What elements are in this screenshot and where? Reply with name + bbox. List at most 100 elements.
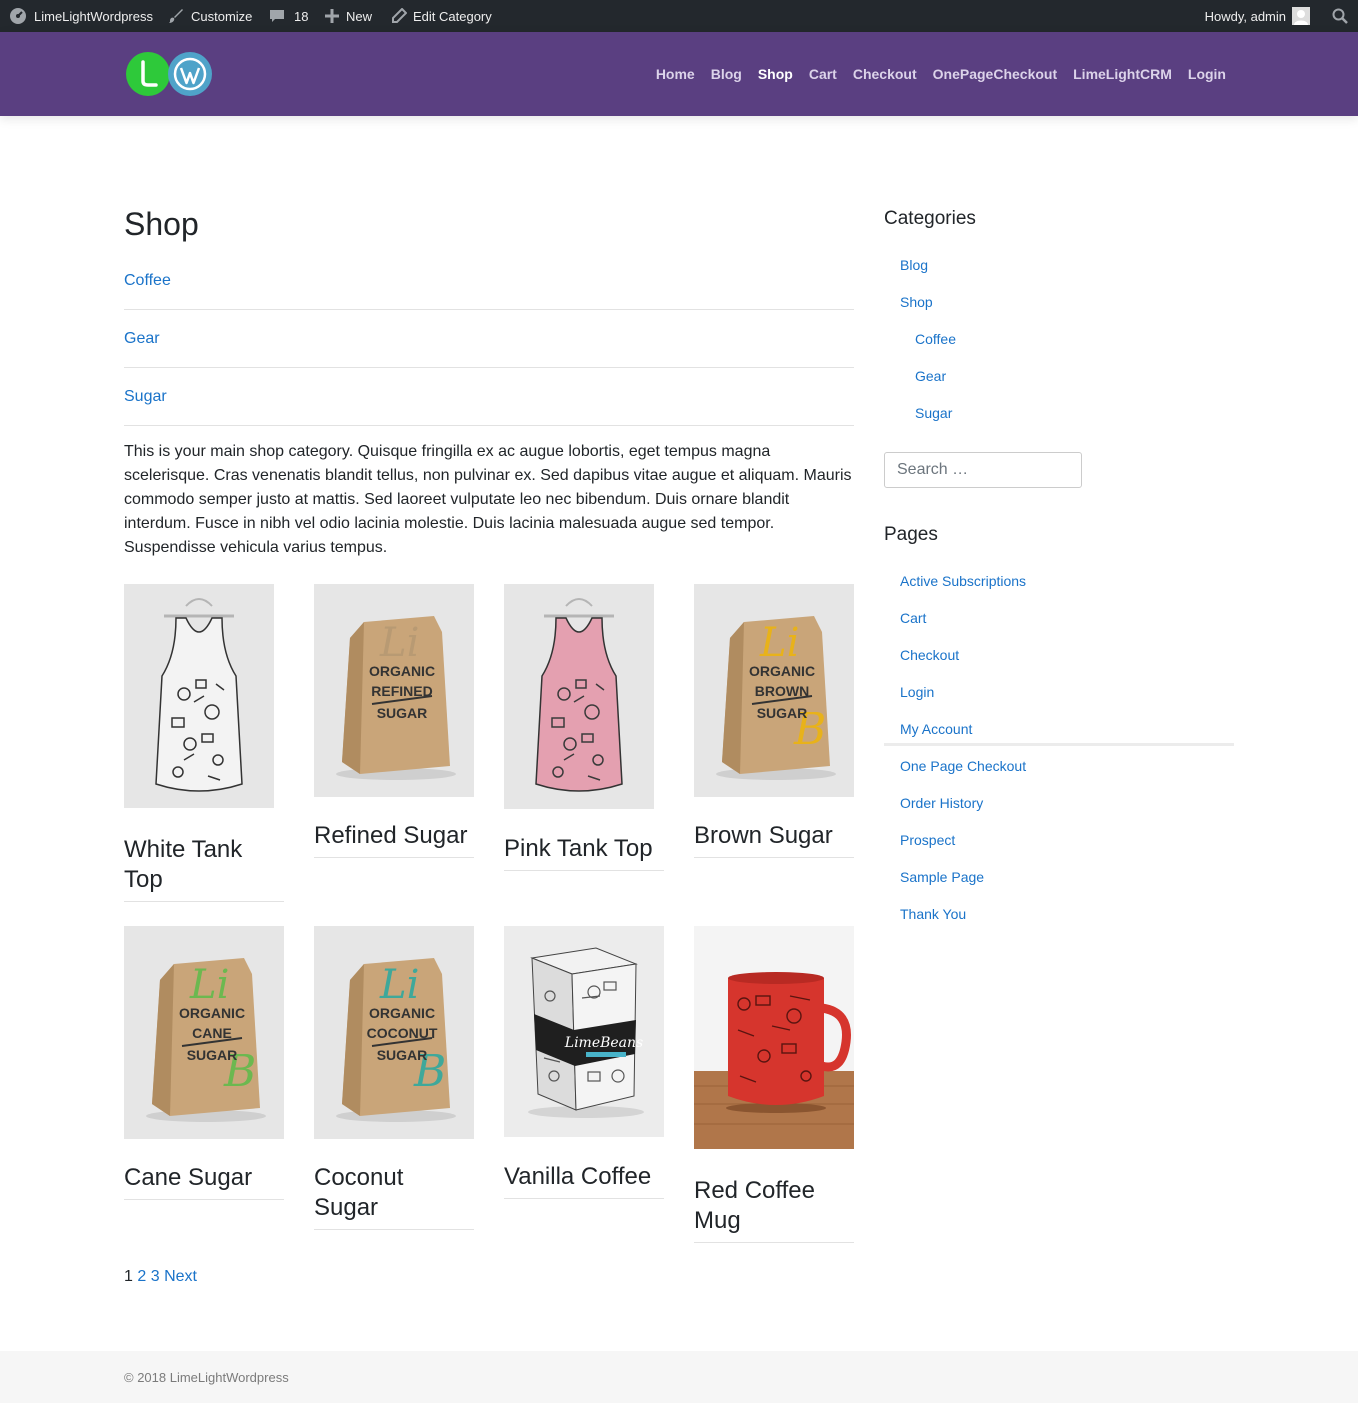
comment-icon	[270, 10, 284, 22]
account-menu[interactable]: Howdy, admin	[1205, 0, 1310, 32]
new-content-link[interactable]: New	[324, 0, 372, 32]
bag-line-3: SUGAR	[377, 1047, 428, 1063]
current-page: 1	[124, 1268, 133, 1285]
primary-nav: Home Blog Shop Cart Checkout OnePageChec…	[656, 32, 1226, 116]
product-card: Li B ORGANIC COCONUT SUGAR Coconut Sugar	[314, 926, 474, 1230]
site-header: Home Blog Shop Cart Checkout OnePageChec…	[0, 32, 1358, 116]
paintbrush-icon	[169, 9, 183, 23]
nav-home[interactable]: Home	[656, 66, 695, 82]
customize-label: Customize	[191, 8, 253, 24]
comments-link[interactable]: 18	[269, 0, 308, 32]
svg-text:Li: Li	[759, 620, 799, 666]
admin-bar: LimeLightWordpress Customize 18 New Edit…	[0, 0, 1358, 32]
howdy-label: Howdy, admin	[1204, 8, 1286, 24]
sidebar-page-prospect[interactable]: Prospect	[900, 832, 955, 848]
svg-text:Li: Li	[189, 962, 229, 1008]
subcategory-sugar-link[interactable]: Sugar	[124, 388, 167, 406]
subcategory-coffee-link[interactable]: Coffee	[124, 272, 171, 290]
pagination: 1 2 3 Next	[124, 1268, 197, 1286]
box-brand: LimeBeans	[564, 1035, 643, 1051]
nav-cart[interactable]: Cart	[809, 66, 837, 82]
nav-shop[interactable]: Shop	[758, 66, 793, 82]
sidebar-category-sugar[interactable]: Sugar	[915, 405, 952, 421]
nav-checkout[interactable]: Checkout	[853, 66, 917, 82]
svg-text:Li: Li	[379, 620, 419, 666]
product-title[interactable]: Red Coffee Mug	[694, 1176, 854, 1236]
refined-sugar-bag-image[interactable]: Li ORGANIC REFINED SUGAR	[314, 584, 474, 797]
product-title[interactable]: Vanilla Coffee	[504, 1162, 664, 1192]
nav-onepagecheckout[interactable]: OnePageCheckout	[933, 66, 1057, 82]
sidebar-page-cart[interactable]: Cart	[900, 610, 926, 626]
sidebar-category-shop[interactable]: Shop	[900, 294, 933, 310]
admin-search[interactable]	[1332, 0, 1348, 32]
wordpress-icon	[173, 57, 207, 91]
sidebar-page-my-account[interactable]: My Account	[900, 721, 972, 737]
product-card: Li B ORGANIC CANE SUGAR Cane Sugar	[124, 926, 284, 1200]
subcategory-item: Gear	[124, 310, 854, 368]
product-card: LimeBeans Vanilla Coffee	[504, 926, 664, 1199]
pages-widget-title: Pages	[884, 524, 938, 545]
page-title: Shop	[124, 206, 199, 242]
vanilla-coffee-box-image[interactable]: LimeBeans	[504, 926, 664, 1137]
edit-category-label: Edit Category	[413, 8, 492, 24]
bag-line-3: SUGAR	[757, 705, 808, 721]
page-2-link[interactable]: 2	[137, 1268, 146, 1285]
product-title[interactable]: Coconut Sugar	[314, 1163, 474, 1223]
search-input[interactable]	[884, 452, 1082, 488]
product-title[interactable]: Refined Sugar	[314, 821, 474, 851]
sidebar-page-order-history[interactable]: Order History	[900, 795, 983, 811]
subcategory-list: Coffee Gear Sugar	[124, 252, 854, 426]
product-card: White Tank Top	[124, 584, 284, 902]
subcategory-gear-link[interactable]: Gear	[124, 330, 160, 348]
white-tank-top-image[interactable]	[124, 584, 274, 808]
product-title[interactable]: Brown Sugar	[694, 821, 854, 851]
product-title[interactable]: Pink Tank Top	[504, 834, 664, 864]
limelight-l-icon	[141, 60, 158, 87]
sidebar-page-checkout[interactable]: Checkout	[900, 647, 959, 663]
category-description: This is your main shop category. Quisque…	[124, 443, 852, 556]
sidebar-page-one-page-checkout[interactable]: One Page Checkout	[900, 758, 1026, 774]
bag-line-3: SUGAR	[377, 705, 428, 721]
product-title[interactable]: Cane Sugar	[124, 1163, 284, 1193]
sidebar-page-login[interactable]: Login	[900, 684, 934, 700]
product-card: Li ORGANIC REFINED SUGAR Refined Sugar	[314, 584, 474, 858]
new-label: New	[346, 8, 373, 24]
cane-sugar-bag-image[interactable]: Li B ORGANIC CANE SUGAR	[124, 926, 284, 1139]
sidebar-page-sample-page[interactable]: Sample Page	[900, 869, 984, 885]
admin-site-menu[interactable]: LimeLightWordpress	[8, 0, 153, 32]
footer-copyright: © 2018 LimeLightWordpress	[124, 1370, 289, 1385]
pink-tank-top-image[interactable]	[504, 584, 654, 809]
categories-widget-title: Categories	[884, 208, 976, 229]
red-coffee-mug-image[interactable]	[694, 926, 854, 1149]
edit-category-link[interactable]: Edit Category	[391, 0, 492, 32]
limelight-logo[interactable]	[126, 52, 170, 96]
nav-limelightcrm[interactable]: LimeLightCRM	[1073, 66, 1172, 82]
nav-login[interactable]: Login	[1188, 66, 1226, 82]
bag-line-1: ORGANIC	[369, 663, 435, 679]
sidebar-page-active-subscriptions[interactable]: Active Subscriptions	[900, 573, 1026, 589]
customize-link[interactable]: Customize	[167, 0, 252, 32]
pencil-icon	[392, 8, 407, 23]
plus-icon	[325, 9, 339, 23]
bag-line-2: CANE	[192, 1025, 232, 1041]
next-page-link[interactable]: Next	[164, 1268, 197, 1285]
sidebar-category-gear[interactable]: Gear	[915, 368, 946, 384]
subcategory-item: Coffee	[124, 252, 854, 310]
speedometer-icon	[10, 8, 26, 24]
brown-sugar-bag-image[interactable]: Li B ORGANIC BROWN SUGAR	[694, 584, 854, 797]
bag-line-1: ORGANIC	[369, 1005, 435, 1021]
sidebar-category-coffee[interactable]: Coffee	[915, 331, 956, 347]
svg-text:Li: Li	[379, 962, 419, 1008]
product-card: Pink Tank Top	[504, 584, 664, 871]
product-card: Li B ORGANIC BROWN SUGAR Brown Sugar	[694, 584, 854, 858]
wordpress-logo[interactable]	[168, 52, 212, 96]
site-footer: © 2018 LimeLightWordpress	[0, 1351, 1358, 1403]
product-title[interactable]: White Tank Top	[124, 835, 284, 895]
sidebar-page-thank-you[interactable]: Thank You	[900, 906, 966, 922]
comments-count: 18	[294, 8, 309, 24]
search-icon	[1332, 8, 1348, 24]
nav-blog[interactable]: Blog	[711, 66, 742, 82]
coconut-sugar-bag-image[interactable]: Li B ORGANIC COCONUT SUGAR	[314, 926, 474, 1139]
page-3-link[interactable]: 3	[151, 1268, 160, 1285]
sidebar-category-blog[interactable]: Blog	[900, 257, 928, 273]
